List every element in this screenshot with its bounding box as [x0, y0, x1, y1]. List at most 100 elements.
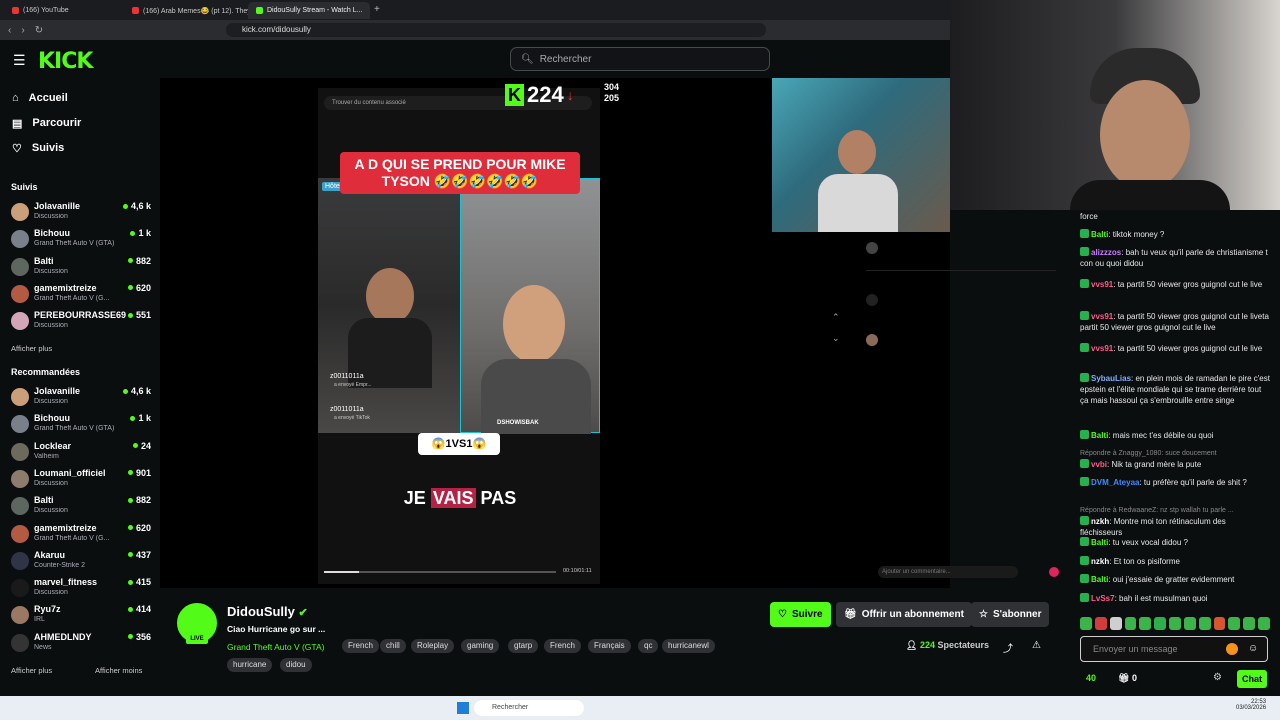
channel-item[interactable]: Balti Discussion 882	[11, 256, 151, 280]
emote-icon[interactable]	[1213, 617, 1226, 630]
chat-username[interactable]: Balti	[1091, 538, 1108, 547]
channel-item[interactable]: Locklear Valheim 24	[11, 441, 151, 465]
stream-tag[interactable]: French	[544, 639, 581, 653]
browser-tab-kick[interactable]: DidouSully Stream - Watch L...	[248, 2, 370, 19]
chat-username[interactable]: alizzzos	[1091, 248, 1121, 257]
points-icon[interactable]	[1226, 643, 1238, 655]
live-dot-icon	[130, 415, 136, 421]
nav-parcourir[interactable]: ▤ Parcourir	[12, 114, 81, 132]
follow-button[interactable]: ♡ Suivre	[770, 602, 831, 627]
chat-username[interactable]: SybauLias	[1091, 374, 1131, 383]
emote-icon[interactable]	[1243, 617, 1256, 630]
reload-icon[interactable]: ↻	[35, 25, 43, 36]
chat-username[interactable]: DVM_Ateyaa	[1091, 478, 1139, 487]
scroll-up-icon[interactable]: ⌃	[832, 312, 840, 323]
channel-item[interactable]: Bichouu Grand Theft Auto V (GTA) 1 k	[11, 228, 151, 252]
stream-tag[interactable]: Français	[588, 639, 631, 653]
emoji-icon[interactable]: ☺	[1248, 643, 1258, 654]
gift-sub-button[interactable]: 🎁︎ Offrir un abonnement	[836, 602, 972, 627]
person-face	[1100, 80, 1190, 190]
kick-logo[interactable]: KICK	[38, 49, 93, 74]
channel-item[interactable]: Jolavanille Discussion 4,6 k	[11, 386, 151, 410]
emote-icon[interactable]	[1139, 617, 1152, 630]
chat-username[interactable]: vvbi	[1091, 460, 1107, 469]
chat-username[interactable]: vvs91	[1091, 344, 1113, 353]
streamer-name[interactable]: DidouSully ✔	[227, 604, 308, 619]
windows-start-icon[interactable]	[457, 702, 469, 714]
channel-name: gamemixtreize	[34, 282, 97, 293]
chat-input[interactable]: Envoyer un message	[1080, 636, 1268, 662]
stream-tag[interactable]: didou	[280, 658, 312, 672]
stream-tag[interactable]: French	[342, 639, 379, 653]
chat-username[interactable]: Balti	[1091, 230, 1108, 239]
report-icon[interactable]: ⚠	[1032, 640, 1041, 651]
channel-item[interactable]: Balti Discussion 882	[11, 495, 151, 519]
stream-tag[interactable]: gtarp	[508, 639, 539, 653]
chat-username[interactable]: nzkh	[1091, 517, 1109, 526]
emote-icon[interactable]	[1183, 617, 1196, 630]
channel-item[interactable]: Akaruu Counter-Strike 2 437	[11, 550, 151, 574]
channel-item[interactable]: AHMEDLNDY News 356	[11, 632, 151, 656]
stream-tag[interactable]: hurricane	[227, 658, 273, 672]
chat-username[interactable]: LvSs7	[1091, 594, 1115, 603]
emote-icon[interactable]	[1228, 617, 1241, 630]
channel-item[interactable]: PEREBOURRASSE69 Discussion 551	[11, 310, 151, 334]
stream-tag[interactable]: qc	[638, 639, 659, 653]
browser-tab-memes[interactable]: (166) Arab Memes😂 (pt 12). They h	[124, 2, 248, 19]
comment-input[interactable]: Ajouter un commentaire...	[878, 566, 1018, 578]
chat-send-button[interactable]: Chat	[1237, 670, 1267, 688]
new-tab-button[interactable]: +	[374, 4, 380, 15]
live-dot-icon	[132, 443, 138, 449]
show-more-followed[interactable]: Afficher plus	[11, 344, 52, 353]
nav-suivis[interactable]: ♡ Suivis	[12, 139, 64, 157]
emote-icon[interactable]	[1154, 617, 1167, 630]
chat-username[interactable]: vvs91	[1091, 312, 1113, 321]
chat-username[interactable]: vvs91	[1091, 280, 1113, 289]
channel-item[interactable]: Bichouu Grand Theft Auto V (GTA) 1 k	[11, 413, 151, 437]
browser-tab-youtube[interactable]: (166) YouTube	[4, 2, 124, 19]
taskbar-search[interactable]: Rechercher	[474, 700, 584, 716]
menu-icon[interactable]: ☰	[13, 52, 26, 69]
back-icon[interactable]: ‹	[8, 25, 11, 36]
show-more-recommended[interactable]: Afficher plus	[11, 666, 52, 675]
emote-icon[interactable]	[1169, 617, 1181, 630]
channel-viewers: 24	[132, 441, 151, 451]
gift-text-2: a envoyé TikTok	[334, 415, 370, 421]
chat-username[interactable]: Balti	[1091, 575, 1108, 584]
chat-username[interactable]: nzkh	[1091, 557, 1109, 566]
emote-icon[interactable]	[1258, 617, 1270, 630]
channel-item[interactable]: Ryu7z IRL 414	[11, 604, 151, 628]
emote-icon[interactable]	[1094, 617, 1107, 630]
search-input[interactable]: 🔍︎ Rechercher	[510, 47, 770, 71]
channel-item[interactable]: gamemixtreize Grand Theft Auto V (G... 620	[11, 283, 151, 307]
stream-tag[interactable]: hurricanewl	[662, 639, 715, 653]
emote-icon[interactable]	[1109, 617, 1122, 630]
subscribe-button[interactable]: ☆ S'abonner	[971, 602, 1050, 627]
scroll-down-icon[interactable]: ⌄	[832, 333, 840, 344]
emote-icon[interactable]	[1198, 617, 1211, 630]
chat-message: vvs91: ta partit 50 viewer gros guignol …	[1080, 279, 1270, 290]
chat-username[interactable]: Balti	[1091, 431, 1108, 440]
channel-item[interactable]: marvel_fitness Discussion 415	[11, 577, 151, 601]
stream-tag[interactable]: Roleplay	[411, 639, 455, 653]
emote-icon[interactable]	[1124, 617, 1137, 630]
url-field[interactable]: kick.com/didousully	[226, 23, 766, 37]
share-icon[interactable]: ⤴	[1003, 640, 1013, 655]
stream-tag[interactable]: chill	[380, 639, 406, 653]
nav-accueil[interactable]: ⌂ Accueil	[12, 89, 68, 107]
gifts-count: 🎁︎ 0	[1118, 673, 1137, 683]
emote-icon[interactable]	[1080, 617, 1092, 630]
stream-category[interactable]: Grand Theft Auto V (GTA)	[227, 642, 324, 652]
show-less-recommended[interactable]: Afficher moins	[95, 666, 142, 675]
chat-message: nzkh: Et ton os pisiforme	[1080, 556, 1270, 567]
settings-icon[interactable]: ⚙	[1213, 672, 1222, 683]
stream-tag[interactable]: gaming	[461, 639, 500, 653]
channel-item[interactable]: gamemixtreize Grand Theft Auto V (G... 620	[11, 523, 151, 547]
channel-category: Valheim	[34, 452, 59, 460]
channel-item[interactable]: Jolavanille Discussion 4,6 k	[11, 201, 151, 225]
video-progress-bar[interactable]	[324, 571, 556, 573]
send-icon[interactable]	[1049, 567, 1059, 577]
forward-icon[interactable]: ›	[21, 25, 24, 36]
channel-item[interactable]: Loumani_officiel Discussion 901	[11, 468, 151, 492]
youtube-icon	[12, 7, 19, 14]
